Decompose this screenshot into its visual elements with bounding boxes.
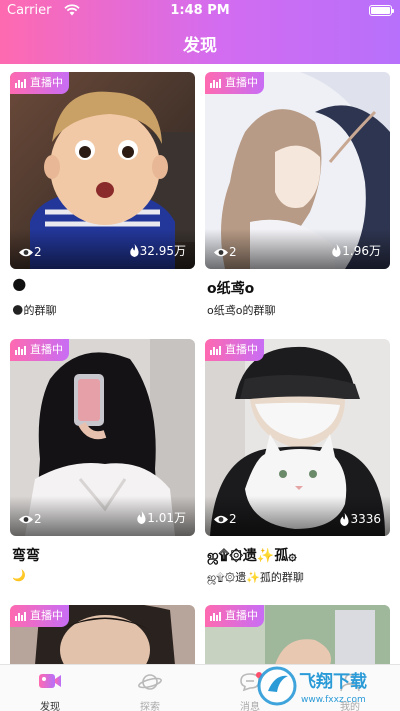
eye-icon xyxy=(214,248,228,256)
flame-icon xyxy=(129,244,139,257)
live-bars-icon xyxy=(210,345,221,355)
room-cover-image: 2 1.96万 xyxy=(205,72,390,269)
room-cover-image: 2 1.01万 xyxy=(10,339,195,536)
heat-count: 3336 xyxy=(339,512,381,526)
live-bars-icon xyxy=(15,611,26,621)
tab-explore[interactable]: 探索 xyxy=(100,665,200,711)
live-badge: 直播中 xyxy=(205,605,264,627)
clock: 1:48 PM xyxy=(170,3,230,18)
status-bar: Carrier 1:48 PM xyxy=(0,0,400,22)
tab-label: 探索 xyxy=(140,702,160,711)
eye-icon xyxy=(19,248,33,256)
room-name: 🌑 xyxy=(12,278,27,294)
planet-icon xyxy=(138,674,162,690)
live-room-card[interactable]: 2 3336 直播中 ஜ۩۞遗✨孤۞ ஜ۩۞遗✨孤的群聊 xyxy=(205,339,390,589)
room-name: ஜ۩۞遗✨孤۞ xyxy=(207,548,297,564)
live-bars-icon xyxy=(210,78,221,88)
flame-icon xyxy=(137,511,146,524)
live-room-card[interactable]: 2 1.01万 直播中 弯弯 🌙 xyxy=(10,339,195,589)
live-badge-label: 直播中 xyxy=(225,609,258,622)
heat-count: 1.01万 xyxy=(136,509,186,526)
live-badge-label: 直播中 xyxy=(225,343,258,356)
heat-count-value: 1.96万 xyxy=(342,244,381,258)
live-badge: 直播中 xyxy=(10,605,69,627)
viewer-count-value: 2 xyxy=(34,245,42,259)
live-badge-label: 直播中 xyxy=(225,76,258,89)
live-badge: 直播中 xyxy=(205,72,264,94)
heat-count-value: 32.95万 xyxy=(139,244,186,258)
battery-icon xyxy=(369,5,394,16)
live-badge: 直播中 xyxy=(10,72,69,94)
live-bars-icon xyxy=(15,345,26,355)
heat-count-value: 3336 xyxy=(350,512,381,526)
viewer-count: 2 xyxy=(213,512,237,526)
group-chat-name: ஜ۩۞遗✨孤的群聊 xyxy=(207,571,304,584)
site-watermark-logo: 飞翔下载 www.fxxz.com xyxy=(257,666,367,706)
live-room-card[interactable]: 直播中 xyxy=(10,605,195,665)
tab-discover[interactable]: 发现 xyxy=(0,665,100,711)
flame-icon xyxy=(340,512,350,526)
heat-count: 32.95万 xyxy=(129,242,186,259)
live-badge-label: 直播中 xyxy=(30,609,63,622)
group-chat-name: o纸鸢o的群聊 xyxy=(207,304,276,317)
group-chat-name: 🌑的群聊 xyxy=(12,304,57,317)
eye-icon xyxy=(19,515,33,523)
live-badge-label: 直播中 xyxy=(30,343,63,356)
viewer-count-value: 2 xyxy=(229,245,237,259)
room-name: 弯弯 xyxy=(12,548,40,564)
viewer-count: 2 xyxy=(18,245,42,259)
viewer-count-value: 2 xyxy=(34,512,42,526)
viewer-count: 2 xyxy=(213,245,237,259)
live-room-card[interactable]: 2 32.95万 直播中 🌑 🌑的群聊 xyxy=(10,72,195,322)
watermark-url: www.fxxz.com xyxy=(301,695,366,705)
live-badge: 直播中 xyxy=(10,339,69,361)
room-cover-image: 2 3336 xyxy=(205,339,390,536)
room-name: o纸鸢o xyxy=(207,281,255,297)
live-bars-icon xyxy=(210,611,221,621)
live-room-card[interactable]: 直播中 xyxy=(205,605,390,665)
live-room-card[interactable]: 2 1.96万 直播中 o纸鸢o o纸鸢o的群聊 xyxy=(205,72,390,322)
room-cover-image: 2 32.95万 xyxy=(10,72,195,269)
page-title: 发现 xyxy=(183,36,217,56)
battery-level xyxy=(371,7,390,14)
video-camera-icon xyxy=(39,674,61,688)
live-badge: 直播中 xyxy=(205,339,264,361)
heat-count: 1.96万 xyxy=(331,242,381,259)
flame-icon xyxy=(332,244,341,257)
live-bars-icon xyxy=(15,78,26,88)
watermark-text: 飞翔下载 xyxy=(299,671,367,692)
live-badge-label: 直播中 xyxy=(30,76,63,89)
group-chat-name: 🌙 xyxy=(12,569,26,582)
eye-icon xyxy=(214,515,228,523)
heat-count-value: 1.01万 xyxy=(147,511,186,525)
viewer-count: 2 xyxy=(18,512,42,526)
header-bar: Carrier 1:48 PM 发现 xyxy=(0,0,400,64)
tab-label: 发现 xyxy=(40,702,60,711)
viewer-count-value: 2 xyxy=(229,512,237,526)
